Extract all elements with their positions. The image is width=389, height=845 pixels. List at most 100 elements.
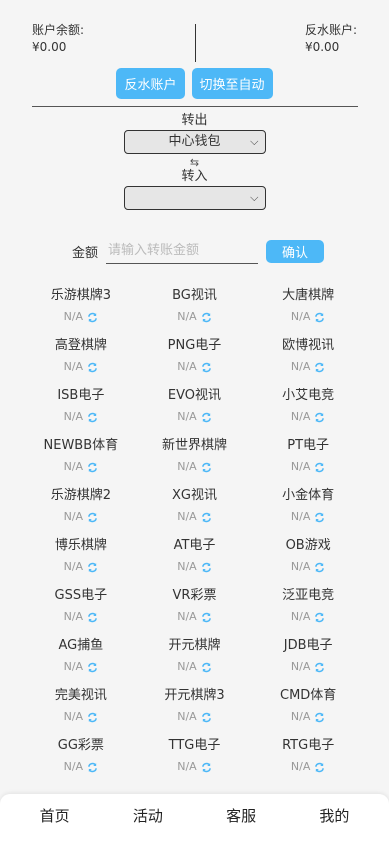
refresh-icon[interactable] [201, 412, 212, 423]
refresh-icon[interactable] [201, 562, 212, 573]
game-wallet-item: 高登棋牌 N/A [24, 336, 138, 375]
chevron-down-icon: ⌵ [250, 191, 259, 204]
refresh-icon[interactable] [314, 412, 325, 423]
refresh-icon[interactable] [87, 412, 98, 423]
refresh-icon[interactable] [314, 312, 325, 323]
game-balance: N/A [177, 309, 211, 325]
refresh-icon[interactable] [87, 312, 98, 323]
game-wallet-item: PT电子 N/A [251, 436, 365, 475]
game-name: VR彩票 [172, 588, 217, 603]
refresh-icon[interactable] [201, 662, 212, 673]
nav-service[interactable]: 客服 [201, 805, 281, 826]
game-balance: N/A [177, 759, 211, 775]
game-wallet-item: OB游戏 N/A [251, 536, 365, 575]
game-wallet-item: AG捕鱼 N/A [24, 636, 138, 675]
refresh-icon[interactable] [87, 762, 98, 773]
refresh-icon[interactable] [201, 312, 212, 323]
rebate-balance: 反水账户: ¥0.00 [305, 22, 357, 56]
game-name: AG捕鱼 [58, 638, 104, 653]
rebate-account-button[interactable]: 反水账户 [116, 68, 185, 99]
refresh-icon[interactable] [314, 512, 325, 523]
transfer-out-select[interactable]: 中心钱包 ⌵ [123, 130, 266, 154]
game-name: GSS电子 [54, 588, 108, 603]
nav-activity[interactable]: 活动 [108, 805, 188, 826]
game-balance-value: N/A [177, 760, 197, 773]
game-wallet-item: NEWBB体育 N/A [24, 436, 138, 475]
game-balance-value: N/A [177, 410, 197, 423]
game-wallet-item: JDB电子 N/A [251, 636, 365, 675]
game-balance: N/A [64, 709, 98, 725]
game-balance-value: N/A [177, 710, 197, 723]
game-name: CMD体育 [280, 688, 337, 703]
game-balance-value: N/A [63, 660, 84, 673]
refresh-icon[interactable] [87, 562, 98, 573]
game-name: PT电子 [287, 438, 330, 453]
game-wallet-item: 乐游棋牌2 N/A [24, 486, 138, 525]
refresh-icon[interactable] [87, 662, 98, 673]
refresh-icon[interactable] [314, 662, 325, 673]
game-wallet-item: CMD体育 N/A [251, 686, 365, 725]
game-balance-value: N/A [63, 460, 84, 473]
action-buttons: 反水账户 切换至自动 [0, 68, 389, 99]
refresh-icon[interactable] [314, 762, 325, 773]
game-balance-value: N/A [290, 610, 311, 623]
game-wallet-item: 小艾电竞 N/A [251, 386, 365, 425]
refresh-icon[interactable] [201, 362, 212, 373]
nav-home[interactable]: 首页 [15, 805, 95, 826]
game-wallet-item: 开元棋牌 N/A [138, 636, 252, 675]
game-balance-value: N/A [290, 760, 311, 773]
refresh-icon[interactable] [314, 562, 325, 573]
game-balance-value: N/A [63, 710, 84, 723]
refresh-icon[interactable] [87, 362, 98, 373]
game-wallet-item: VR彩票 N/A [138, 586, 252, 625]
chevron-down-icon: ⌵ [250, 135, 259, 148]
refresh-icon[interactable] [201, 612, 212, 623]
rebate-balance-value: ¥0.00 [304, 40, 340, 54]
game-wallet-item: 泛亚电竞 N/A [251, 586, 365, 625]
switch-auto-button[interactable]: 切换至自动 [191, 68, 273, 99]
refresh-icon[interactable] [201, 512, 212, 523]
game-balance: N/A [177, 709, 211, 725]
game-name: EVO视讯 [167, 388, 222, 403]
amount-input[interactable] [106, 238, 258, 264]
game-wallet-item: 欧博视讯 N/A [251, 336, 365, 375]
refresh-icon[interactable] [87, 712, 98, 723]
game-balance-value: N/A [63, 610, 84, 623]
game-balance-value: N/A [290, 410, 311, 423]
refresh-icon[interactable] [201, 762, 212, 773]
amount-label: 金额 [72, 245, 99, 261]
game-name: 欧博视讯 [282, 338, 335, 353]
refresh-icon[interactable] [314, 612, 325, 623]
game-wallet-item: 博乐棋牌 N/A [24, 536, 138, 575]
game-name: RTG电子 [282, 738, 335, 753]
game-name: NEWBB体育 [43, 438, 119, 453]
game-balance-value: N/A [63, 510, 84, 523]
game-wallet-item: AT电子 N/A [138, 536, 252, 575]
horizontal-divider [32, 106, 358, 107]
game-balance: N/A [64, 309, 98, 325]
refresh-icon[interactable] [201, 462, 212, 473]
transfer-in-label: 转入 [181, 169, 208, 184]
game-balance-value: N/A [290, 660, 311, 673]
refresh-icon[interactable] [87, 612, 98, 623]
refresh-icon[interactable] [314, 712, 325, 723]
refresh-icon[interactable] [87, 462, 98, 473]
swap-icon[interactable]: ⇆ [0, 157, 389, 168]
game-wallet-item: 大唐棋牌 N/A [251, 286, 365, 325]
game-balance: N/A [64, 559, 98, 575]
refresh-icon[interactable] [201, 712, 212, 723]
game-wallet-item: 新世界棋牌 N/A [138, 436, 252, 475]
game-wallet-item: GSS电子 N/A [24, 586, 138, 625]
refresh-icon[interactable] [314, 362, 325, 373]
transfer-in-select[interactable]: ⌵ [123, 186, 266, 210]
confirm-button[interactable]: 确认 [266, 239, 324, 263]
game-balance: N/A [291, 509, 325, 525]
refresh-icon[interactable] [314, 462, 325, 473]
game-balance-value: N/A [290, 460, 311, 473]
game-balance: N/A [64, 609, 98, 625]
refresh-icon[interactable] [87, 512, 98, 523]
game-balance: N/A [177, 659, 211, 675]
nav-mine[interactable]: 我的 [294, 805, 374, 826]
game-name: XG视讯 [172, 488, 217, 503]
vertical-divider [195, 24, 196, 62]
